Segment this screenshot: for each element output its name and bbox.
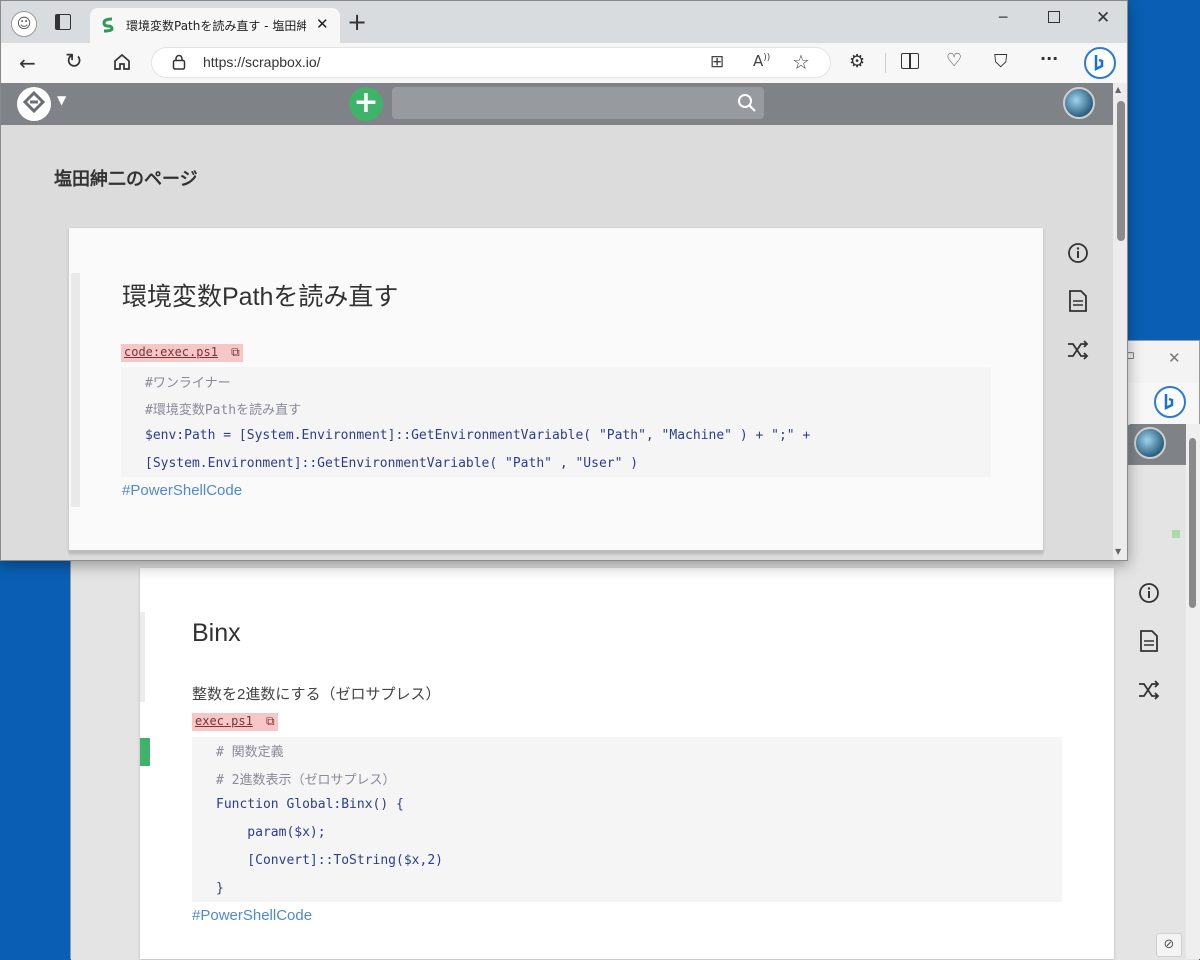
background-line-marker bbox=[1172, 530, 1180, 538]
code-line: [Convert]::ToString($x,2) bbox=[216, 853, 443, 868]
code-block[interactable] bbox=[192, 737, 1062, 902]
tab-actions-icon[interactable] bbox=[55, 14, 71, 30]
page-title: 環境変数Pathを読み直す bbox=[122, 283, 399, 311]
search-icon[interactable] bbox=[737, 93, 757, 117]
new-tab-button[interactable]: + bbox=[347, 9, 367, 35]
user-avatar[interactable] bbox=[1063, 87, 1095, 119]
code-filename[interactable]: code:exec.ps1 bbox=[124, 345, 218, 359]
split-screen-icon[interactable] bbox=[901, 53, 919, 69]
code-block-label[interactable]: code:exec.ps1 ⧉ bbox=[121, 344, 243, 362]
code-line: } bbox=[216, 881, 224, 896]
copy-icon[interactable]: ⧉ bbox=[266, 714, 275, 728]
home-icon[interactable] bbox=[112, 52, 132, 76]
info-icon[interactable] bbox=[1136, 580, 1162, 606]
scrollbar[interactable]: ▲ ▼ bbox=[1113, 83, 1127, 560]
lock-icon[interactable] bbox=[172, 54, 186, 74]
profile-avatar[interactable]: ☺ bbox=[11, 11, 37, 37]
code-line: $env:Path = [System.Environment]::GetEnv… bbox=[145, 428, 811, 443]
code-line: Function Global:Binx() { bbox=[216, 797, 404, 812]
background-close-button[interactable]: ✕ bbox=[1168, 349, 1181, 367]
maximize-button[interactable] bbox=[1048, 11, 1060, 23]
url-text[interactable]: https://scrapbox.io/ bbox=[203, 54, 321, 70]
project-menu-chevron-icon[interactable]: ▼ bbox=[57, 93, 66, 107]
hashtag-link[interactable]: #PowerShellCode bbox=[122, 482, 242, 499]
background-bing-icon[interactable] bbox=[1154, 386, 1186, 418]
minimize-button[interactable]: ─ bbox=[999, 10, 1007, 26]
background-avatar[interactable] bbox=[1134, 427, 1166, 459]
tab-close-button[interactable]: ✕ bbox=[316, 15, 329, 33]
background-scrollbar[interactable] bbox=[1186, 424, 1200, 959]
more-menu-button[interactable]: ··· bbox=[1040, 49, 1058, 68]
toolbar-divider bbox=[885, 53, 886, 73]
scrapbox-favicon bbox=[100, 17, 116, 33]
code-filename[interactable]: exec.ps1 bbox=[195, 714, 253, 728]
info-icon[interactable] bbox=[1065, 240, 1091, 266]
background-status-icon[interactable]: ⊘ bbox=[1156, 933, 1182, 957]
code-line: [System.Environment]::GetEnvironmentVari… bbox=[145, 456, 639, 471]
cursor-line-indicator bbox=[140, 738, 150, 766]
browser-window: ☺ 環境変数Pathを読み直す - 塩田紳 ✕ + ─ ✕ ← ↻ https:… bbox=[0, 0, 1128, 561]
line-indicator bbox=[140, 612, 145, 702]
tab-active[interactable]: 環境変数Pathを読み直す - 塩田紳 ✕ bbox=[90, 8, 340, 43]
page-icon[interactable] bbox=[1136, 628, 1162, 654]
code-line: #ワンライナー bbox=[145, 376, 231, 391]
page-description: 整数を2進数にする（ゼロサプレス） bbox=[192, 686, 441, 703]
bing-icon[interactable] bbox=[1084, 47, 1116, 79]
extensions-icon[interactable]: ⚙ bbox=[849, 51, 865, 72]
code-line: # 関数定義 bbox=[216, 745, 284, 760]
code-line: # 2進数表示（ゼロサプレス） bbox=[216, 773, 396, 788]
page-title: Binx bbox=[192, 619, 241, 647]
page-icon[interactable] bbox=[1065, 288, 1091, 314]
favorite-star-icon[interactable]: ☆ bbox=[792, 50, 810, 74]
refresh-icon[interactable]: ↻ bbox=[65, 49, 83, 73]
project-title[interactable]: 塩田紳二のページ bbox=[54, 165, 198, 191]
back-icon[interactable]: ← bbox=[19, 51, 36, 75]
search-input[interactable] bbox=[392, 87, 764, 119]
close-button[interactable]: ✕ bbox=[1096, 8, 1110, 28]
browser-essentials-icon[interactable]: ♡ bbox=[946, 50, 962, 71]
code-block-label[interactable]: exec.ps1 ⧉ bbox=[192, 713, 278, 731]
hashtag-link[interactable]: #PowerShellCode bbox=[192, 907, 312, 924]
line-indicator bbox=[71, 273, 80, 507]
apps-icon[interactable]: ⊞ bbox=[710, 52, 724, 72]
tab-title: 環境変数Pathを読み直す - 塩田紳 bbox=[126, 19, 306, 33]
copy-icon[interactable]: ⧉ bbox=[231, 345, 240, 359]
read-aloud-icon[interactable]: A)) bbox=[753, 52, 770, 70]
code-line: param($x); bbox=[216, 825, 326, 840]
scrapbox-logo-icon[interactable] bbox=[17, 87, 51, 121]
collections-icon[interactable]: ⛉ bbox=[994, 51, 1008, 72]
code-line: #環境変数Pathを読み直す bbox=[145, 403, 302, 418]
shuffle-icon[interactable] bbox=[1065, 337, 1091, 363]
shuffle-icon[interactable] bbox=[1136, 677, 1162, 703]
add-icon[interactable]: + bbox=[349, 87, 383, 121]
